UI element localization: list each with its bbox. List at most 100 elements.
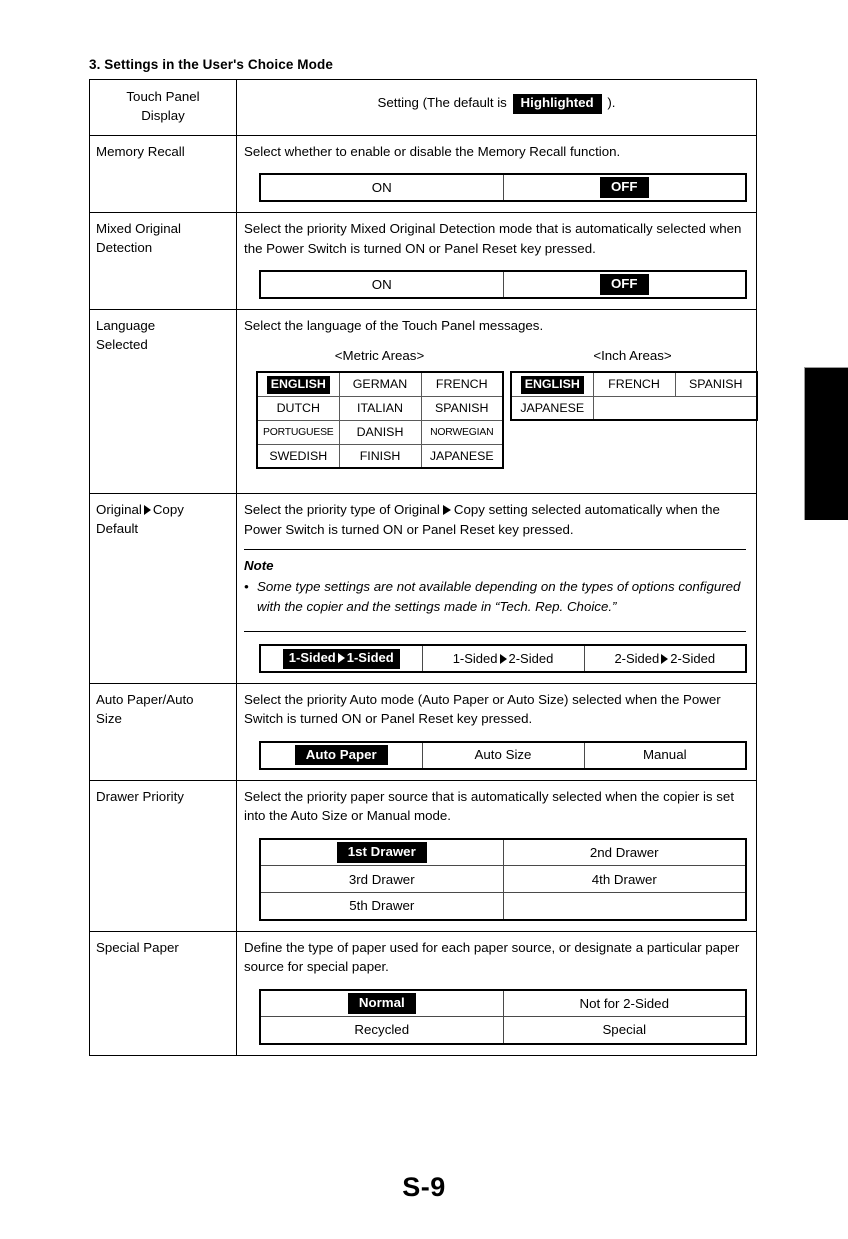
language-label: JAPANESE <box>520 400 585 415</box>
option-row: Normal Not for 2-Sided <box>259 989 747 1018</box>
option-label: 5th Drawer <box>349 898 415 914</box>
option-cell-auto-size[interactable]: Auto Size <box>421 741 585 770</box>
header-setting-cell: Setting (The default is Highlighted ). <box>236 79 757 136</box>
language-cell-dutch[interactable]: DUTCH <box>256 395 340 421</box>
language-cell-japanese-metric[interactable]: JAPANESE <box>420 443 504 469</box>
language-area-headings: <Metric Areas> <Inch Areas> <box>256 346 756 366</box>
option-label-selected: 1-Sided 1-Sided <box>282 648 400 669</box>
row-label-line1: Mixed Original <box>96 221 181 237</box>
table-header-row: Touch Panel Display Setting (The default… <box>89 79 757 136</box>
language-row: DUTCH ITALIAN SPANISH <box>256 395 504 421</box>
arrow-right-icon <box>661 653 669 664</box>
option-grid-auto-paper-auto-size: Auto Paper Auto Size Manual <box>259 740 747 770</box>
option-cell-3rd-drawer[interactable]: 3rd Drawer <box>259 865 504 894</box>
row-body-memory-recall: Select whether to enable or disable the … <box>236 134 757 214</box>
language-cell-german[interactable]: GERMAN <box>338 371 422 397</box>
language-cell-finish[interactable]: FINISH <box>338 443 422 469</box>
header-label-line1: Touch Panel <box>126 89 200 104</box>
option-cell-1sided-2sided[interactable]: 1-Sided 2-Sided <box>421 644 585 673</box>
row-description: Define the type of paper used for each p… <box>244 939 740 975</box>
row-description: Select the priority paper source that is… <box>244 788 735 824</box>
language-cell-japanese-inch[interactable]: JAPANESE <box>510 395 594 421</box>
table-row-original-copy-default: Original Copy Default Select the priority… <box>89 493 757 684</box>
table-row-memory-recall: Memory Recall Select whether to enable o… <box>89 134 757 214</box>
language-bottom-spacer <box>244 469 746 483</box>
option-cell-5th-drawer[interactable]: 5th Drawer <box>259 892 504 921</box>
language-label: SPANISH <box>689 377 743 392</box>
language-cell-english-metric[interactable]: ENGLISH <box>256 371 340 397</box>
option-label: 4th Drawer <box>591 871 657 887</box>
option-cell-not-for-2-sided[interactable]: Not for 2-Sided <box>502 989 747 1018</box>
option-label: 2-Sided 2-Sided <box>614 651 715 666</box>
option-right-text: 2-Sided <box>508 650 554 666</box>
option-row: Auto Paper Auto Size Manual <box>259 741 747 770</box>
option-label-selected: OFF <box>599 274 649 295</box>
option-cell-normal[interactable]: Normal <box>259 989 504 1018</box>
note-text: Some type settings are not available dep… <box>257 578 741 614</box>
option-grid-original-copy-default: 1-Sided 1-Sided 1-Sided 2-Sided 2-Sided 2-S… <box>259 643 747 673</box>
option-cell-recycled[interactable]: Recycled <box>259 1016 504 1045</box>
highlighted-chip: Highlighted <box>512 94 602 114</box>
language-cell-portuguese[interactable]: PORTUGUESE <box>256 419 340 445</box>
option-cell-empty <box>503 892 746 920</box>
option-label: Special <box>602 1022 647 1038</box>
language-label: DANISH <box>356 425 404 440</box>
note-bullet-icon: • <box>244 578 249 594</box>
option-cell-1sided-1sided[interactable]: 1-Sided 1-Sided <box>259 644 423 673</box>
row-description: Select the priority Mixed Original Detec… <box>244 221 742 256</box>
language-cell-empty <box>593 396 675 420</box>
option-label: Not for 2-Sided <box>579 995 669 1011</box>
language-cell-swedish[interactable]: SWEDISH <box>256 443 340 469</box>
note-title: Note <box>244 558 274 574</box>
language-cell-spanish-inch[interactable]: SPANISH <box>674 371 758 397</box>
row-body-language-selected: Select the language of the Touch Panel m… <box>236 309 758 495</box>
language-cell-english-inch[interactable]: ENGLISH <box>510 371 594 397</box>
language-cell-spanish-metric[interactable]: SPANISH <box>420 395 504 421</box>
option-label-selected: Normal <box>347 993 416 1014</box>
language-label-selected: ENGLISH <box>520 376 584 394</box>
language-row: ENGLISH GERMAN FRENCH <box>256 371 504 397</box>
option-cell-special[interactable]: Special <box>502 1016 747 1045</box>
option-cell-manual[interactable]: Manual <box>583 741 747 770</box>
inch-areas-heading: <Inch Areas> <box>593 347 672 363</box>
option-left-text: 1-Sided <box>288 649 336 665</box>
option-label: Manual <box>642 747 687 763</box>
language-label: FRENCH <box>608 377 660 392</box>
option-cell-2sided-2sided[interactable]: 2-Sided 2-Sided <box>583 644 747 673</box>
language-cell-french-metric[interactable]: FRENCH <box>420 371 504 397</box>
option-row: ON OFF <box>259 173 747 202</box>
language-cell-french-inch[interactable]: FRENCH <box>592 371 676 397</box>
option-cell-off[interactable]: OFF <box>502 270 747 299</box>
language-label: SWEDISH <box>269 448 328 463</box>
option-label: 1-Sided 2-Sided <box>453 651 554 666</box>
option-cell-on[interactable]: ON <box>259 270 504 299</box>
row-label-line1: Auto Paper/Auto <box>96 691 194 707</box>
option-cell-1st-drawer[interactable]: 1st Drawer <box>259 838 504 867</box>
option-label-selected: OFF <box>599 177 649 198</box>
option-cell-4th-drawer[interactable]: 4th Drawer <box>502 865 747 894</box>
language-cell-norwegian[interactable]: NORWEGIAN <box>420 419 504 445</box>
row-body-special-paper: Define the type of paper used for each p… <box>236 930 757 1056</box>
setting-prefix-text: Setting (The default is <box>377 95 507 110</box>
language-cell-italian[interactable]: ITALIAN <box>338 395 422 421</box>
option-label: Recycled <box>354 1022 410 1038</box>
language-label: DUTCH <box>276 401 320 416</box>
language-label: PORTUGUESE <box>262 426 334 438</box>
language-row: SWEDISH FINISH JAPANESE <box>256 443 504 469</box>
row-label-line2: Default <box>96 521 139 537</box>
option-cell-off[interactable]: OFF <box>502 173 747 202</box>
option-cell-auto-paper[interactable]: Auto Paper <box>259 741 423 770</box>
row-description-part-a: Select the priority type of Original <box>244 502 440 518</box>
row-label-line1: Language <box>96 318 156 334</box>
language-row: PORTUGUESE DANISH NORWEGIAN <box>256 419 504 445</box>
arrow-right-icon <box>499 653 507 664</box>
option-label: ON <box>371 276 392 292</box>
row-label-drawer-priority: Drawer Priority <box>89 779 237 932</box>
language-label: FRENCH <box>435 377 488 392</box>
language-cell-danish[interactable]: DANISH <box>338 419 422 445</box>
option-cell-2nd-drawer[interactable]: 2nd Drawer <box>502 838 747 867</box>
language-grid-metric: ENGLISH GERMAN FRENCH DUTCH ITALIAN SPAN… <box>256 371 504 470</box>
option-cell-on[interactable]: ON <box>259 173 504 202</box>
table-row-language-selected: Language Selected Select the language of… <box>89 309 758 495</box>
arrow-right-icon <box>442 505 451 516</box>
